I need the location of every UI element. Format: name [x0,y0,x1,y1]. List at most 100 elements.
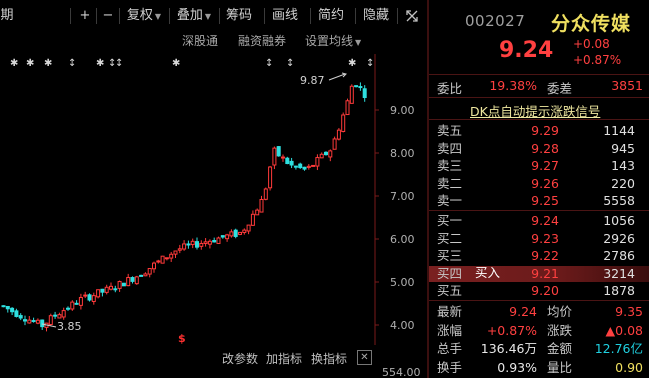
news-star-icon[interactable]: ✱ [10,58,18,69]
candle-down[interactable] [139,274,144,277]
dividend-marker[interactable]: $ [178,332,186,345]
candle-down[interactable] [285,157,290,165]
candle-up[interactable] [109,285,113,290]
candle-up[interactable] [164,257,169,260]
candle-down[interactable] [74,302,79,305]
candle-up[interactable] [306,165,311,168]
candle-down[interactable] [113,288,118,291]
info-marker-icon[interactable]: ↕ [286,58,294,69]
candle-up[interactable] [70,301,75,310]
candle-up[interactable] [83,294,88,297]
candle-up[interactable] [152,262,156,270]
candle-up[interactable] [263,188,268,200]
candle-up[interactable] [199,242,204,247]
switch-indicator-button[interactable]: 换指标 [311,350,347,367]
candle-down[interactable] [220,235,225,238]
candle-down[interactable] [87,294,92,301]
candle-up[interactable] [216,237,221,244]
candle-up[interactable] [311,164,316,167]
candle-up[interactable] [250,213,255,226]
bid-level-row[interactable]: 买三 9.22 2786 [429,248,649,264]
candle-up[interactable] [61,310,66,318]
candle-up[interactable] [160,255,165,264]
candle-up[interactable] [281,156,285,159]
candle-up[interactable] [225,234,230,240]
candle-up[interactable] [315,157,320,167]
candle-up[interactable] [268,166,273,189]
candle-down[interactable] [23,319,27,322]
candle-down[interactable] [354,85,359,88]
candle-down[interactable] [298,163,303,169]
candle-up[interactable] [332,138,337,150]
info-marker-icon[interactable]: ↕ [68,58,76,69]
candle-up[interactable] [246,224,251,232]
ask-level-row[interactable]: 卖二 9.26 220 [429,176,649,192]
candle-up[interactable] [336,129,341,140]
candle-up[interactable] [78,296,83,306]
news-star-icon[interactable]: ✱ [348,58,356,69]
kline-chart-panel[interactable]: 期 + − 复权 ▼ 叠加 ▼ 筹码 画线 简约 隐藏 深股通 融资融券 设置均线 ▼… [0,0,427,378]
news-star-icon[interactable]: ✱ [26,58,34,69]
candle-up[interactable] [255,209,260,216]
bid-level-row[interactable]: 买五 9.20 1878 [429,283,649,299]
candle-up[interactable] [96,289,101,298]
candle-up[interactable] [229,231,234,237]
candle-down[interactable] [18,315,23,319]
candle-down[interactable] [14,310,19,317]
candle-up[interactable] [319,153,324,159]
bid-level-row[interactable]: 买一 9.24 1056 [429,213,649,229]
candle-up[interactable] [27,319,32,324]
candle-down[interactable] [195,241,199,248]
candle-down[interactable] [53,314,58,317]
candle-down[interactable] [40,319,45,328]
ask-level-row[interactable]: 卖三 9.27 143 [429,158,649,174]
candle-down[interactable] [358,86,363,89]
candle-up[interactable] [156,260,161,263]
candle-down[interactable] [66,307,70,310]
candle-down[interactable] [233,229,238,237]
candle-down[interactable] [362,88,367,99]
candle-down[interactable] [293,165,298,168]
news-star-icon[interactable]: ✱ [44,58,52,69]
bid-level-row[interactable]: 买四 9.21 3214 [429,265,649,282]
candle-down[interactable] [289,160,294,166]
news-star-icon[interactable]: ✱ [172,58,180,69]
candle-up[interactable] [48,315,53,325]
candle-down[interactable] [121,282,126,287]
candle-down[interactable] [130,277,135,282]
candle-up[interactable] [341,114,346,132]
candle-down[interactable] [212,240,217,243]
candle-up[interactable] [126,277,131,287]
buy-tooltip[interactable]: 买入 [465,265,515,281]
ask-level-row[interactable]: 卖五 9.29 1144 [429,123,649,139]
ask-level-row[interactable]: 卖四 9.28 945 [429,141,649,157]
ask-level-row[interactable]: 卖一 9.25 5558 [429,193,649,209]
candle-down[interactable] [302,166,307,170]
candle-up[interactable] [259,199,264,213]
candle-up[interactable] [190,240,195,246]
candle-down[interactable] [276,146,281,157]
candle-down[interactable] [10,307,15,313]
candle-up[interactable] [238,231,242,235]
bid-level-row[interactable]: 买二 9.23 2926 [429,231,649,247]
candle-up[interactable] [104,286,109,293]
candle-up[interactable] [242,229,247,233]
candle-up[interactable] [173,250,178,255]
candle-down[interactable] [31,320,36,323]
candle-up[interactable] [147,268,152,275]
candle-up[interactable] [91,295,96,302]
candle-up[interactable] [272,147,277,166]
candle-up[interactable] [349,85,354,104]
candle-up[interactable] [117,281,122,289]
candle-up[interactable] [169,253,174,259]
candle-up[interactable] [182,243,187,250]
candle-up[interactable] [134,276,139,285]
info-marker-icon[interactable]: ↕ [115,58,123,69]
candle-up[interactable] [57,314,62,319]
news-star-icon[interactable]: ✱ [96,58,104,69]
candlestick-chart[interactable]: ✱ ✱ ✱ ↕ ✱ ↕↕ ✱ ↕ ↕ ✱ ↕ 9.008.007.006.005.004.00 9.… [0,0,427,378]
candle-up[interactable] [177,248,182,251]
candle-up[interactable] [35,319,40,324]
candle-up[interactable] [328,150,333,158]
info-marker-icon[interactable]: ↕ [366,58,374,69]
